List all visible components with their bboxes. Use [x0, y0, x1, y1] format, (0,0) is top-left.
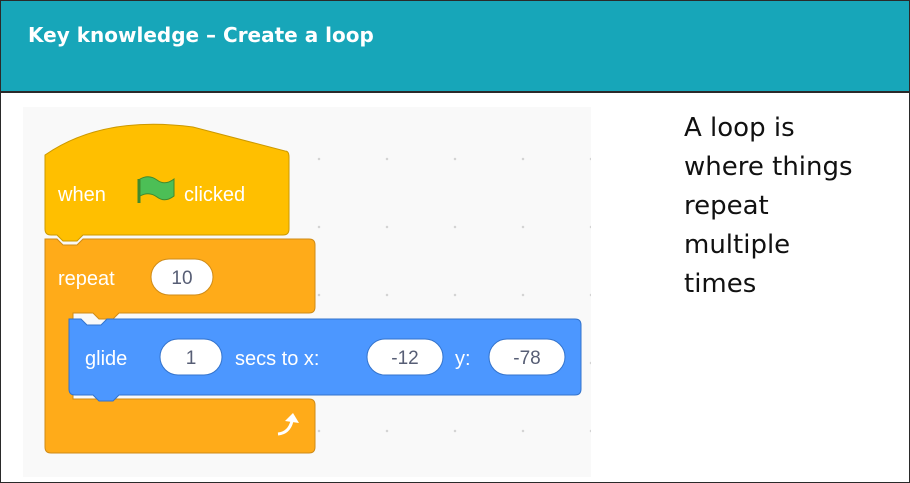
loop-description: A loop is where things repeat multiple t… [684, 109, 884, 304]
description-line: repeat [684, 191, 769, 221]
code-blocks: when clicked repeat 10 glide 1 secs to x… [44, 123, 582, 454]
repeat-count-value: 10 [171, 268, 192, 289]
description-line: times [684, 269, 757, 299]
when-label: when [57, 184, 106, 206]
clicked-label: clicked [184, 184, 245, 206]
description-line: A loop is [684, 113, 795, 143]
repeat-label: repeat [58, 268, 115, 290]
y-label: y: [455, 348, 471, 370]
glide-y-value: -78 [513, 348, 540, 369]
description-line: multiple [684, 230, 791, 260]
page-title: Key knowledge – Create a loop [28, 23, 374, 47]
glide-label: glide [85, 348, 127, 370]
glide-secs-value: 1 [186, 348, 197, 369]
slide-frame: Key knowledge – Create a loop when click… [0, 0, 910, 483]
description-line: where things [684, 152, 853, 182]
header-bar: Key knowledge – Create a loop [1, 1, 909, 93]
secs-to-x-label: secs to x: [235, 348, 319, 370]
glide-x-value: -12 [391, 348, 418, 369]
scratch-canvas: when clicked repeat 10 glide 1 secs to x… [23, 107, 591, 477]
